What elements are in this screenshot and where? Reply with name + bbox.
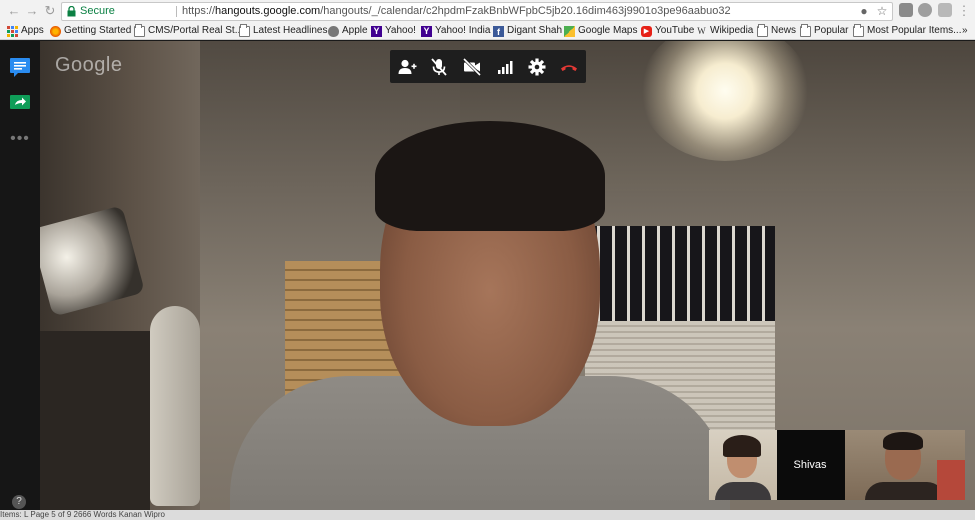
bookmark-digant-shah[interactable]: f Digant Shah <box>493 24 562 38</box>
bookmark-label: News <box>771 25 797 36</box>
secure-label: Secure <box>80 5 115 17</box>
url-scheme: https:// <box>182 5 216 17</box>
folder-icon <box>800 23 811 37</box>
call-toolbar <box>390 50 586 83</box>
bandwidth-icon[interactable] <box>494 56 516 78</box>
speaker-cabinet <box>40 331 150 520</box>
reload-icon[interactable]: ↻ <box>42 3 58 19</box>
folder-icon <box>853 23 864 37</box>
google-watermark: Google <box>55 54 123 76</box>
bookmark-google-maps[interactable]: Google Maps <box>564 24 637 38</box>
bookmark-yahoo[interactable]: Y Yahoo! <box>371 24 416 38</box>
url-path: /hangouts/_/calendar/c2hpdmFzakBnbWFpbC5… <box>320 5 731 17</box>
participant-hair <box>375 121 605 231</box>
url-host: hangouts.google.com <box>215 5 321 17</box>
bookmark-wikipedia[interactable]: W Wikipedia <box>696 24 753 38</box>
participant-shirt <box>715 482 771 500</box>
folder-icon <box>239 23 250 37</box>
bookmark-label: Yahoo! India <box>435 25 491 36</box>
url-text: https://hangouts.google.com/hangouts/_/c… <box>182 3 731 20</box>
guitar <box>150 306 200 506</box>
navigation-bar: ← → ↻ Secure https://hangouts.google.com… <box>0 0 975 22</box>
bookmark-news[interactable]: News <box>757 23 797 38</box>
apps-grid-icon <box>7 25 18 37</box>
bookmark-label: Google Maps <box>578 25 638 36</box>
bookmark-label: Popular <box>814 25 849 36</box>
mute-mic-icon[interactable] <box>428 56 450 78</box>
bookmark-most-popular[interactable]: Most Popular Items... <box>853 23 962 38</box>
participant-hair <box>883 432 923 450</box>
facebook-icon: f <box>493 25 504 37</box>
bookmark-yahoo-india[interactable]: Y Yahoo! India <box>421 24 490 38</box>
yahoo-icon: Y <box>421 25 432 37</box>
settings-icon[interactable] <box>526 56 548 78</box>
firefox-icon <box>50 25 61 37</box>
bookmark-youtube[interactable]: ▶ YouTube <box>641 24 694 38</box>
address-bar[interactable]: Secure https://hangouts.google.com/hango… <box>61 2 893 21</box>
wikipedia-icon: W <box>697 25 706 36</box>
bookmark-label: Most Popular Items... <box>867 25 962 36</box>
bookmark-label: Yahoo! <box>385 25 416 36</box>
lock-icon <box>67 6 76 17</box>
bookmark-latest-headlines[interactable]: Latest Headlines <box>239 23 328 38</box>
menu-icon[interactable]: ⋮ <box>956 3 972 19</box>
help-icon[interactable]: ? <box>12 495 26 509</box>
window-blinds <box>585 226 775 321</box>
side-rail: ••• ? <box>0 41 40 520</box>
background-cushion <box>937 460 965 500</box>
bookmark-label: Apple <box>342 25 368 36</box>
participant-hair <box>723 435 761 457</box>
participant-thumbnail[interactable] <box>845 430 965 500</box>
more-apps-icon[interactable]: ••• <box>8 127 32 151</box>
bookmarks-overflow-button[interactable]: » <box>962 24 968 38</box>
hangout-stage: Google ••• ? Shivas <box>0 41 975 520</box>
yahoo-icon: Y <box>371 25 382 37</box>
background-window-status-bar: Items: L Page 5 of 9 2666 Words Kanan Wi… <box>0 510 975 520</box>
hang-up-icon[interactable] <box>558 56 580 78</box>
bookmark-label: CMS/Portal Real St... <box>148 25 244 36</box>
folder-icon <box>134 23 145 37</box>
apple-icon <box>328 25 339 37</box>
bookmarks-bar: Apps Getting Started CMS/Portal Real St.… <box>0 22 975 40</box>
bookmark-label: Getting Started <box>64 25 132 36</box>
maps-icon <box>564 25 575 37</box>
add-person-icon[interactable] <box>396 56 418 78</box>
bookmark-label: Apps <box>21 25 44 36</box>
extension-icon[interactable] <box>899 3 913 17</box>
participant-filmstrip: Shivas <box>709 430 965 500</box>
chat-icon[interactable] <box>8 55 32 79</box>
bookmark-popular[interactable]: Popular <box>800 23 849 38</box>
back-icon[interactable]: ← <box>6 3 22 19</box>
bookmark-cms-portal[interactable]: CMS/Portal Real St... <box>134 23 244 38</box>
participant-shirt <box>865 482 945 500</box>
camera-permission-icon[interactable]: ● <box>857 4 871 18</box>
bookmark-label: Wikipedia <box>710 25 754 36</box>
star-icon[interactable]: ☆ <box>875 4 889 18</box>
bookmark-apps[interactable]: Apps <box>7 24 44 38</box>
bookmark-apple[interactable]: Apple <box>328 24 368 38</box>
youtube-icon: ▶ <box>641 25 652 37</box>
forward-icon[interactable]: → <box>24 3 40 19</box>
screenshare-icon[interactable] <box>8 91 32 115</box>
participant-thumbnail[interactable] <box>709 430 777 500</box>
participant-name: Shivas <box>793 459 827 471</box>
extension-icon[interactable] <box>918 3 932 17</box>
browser-chrome: ← → ↻ Secure https://hangouts.google.com… <box>0 0 975 40</box>
video-off-icon[interactable] <box>461 56 483 78</box>
extension-icon[interactable] <box>938 3 952 17</box>
bookmark-getting-started[interactable]: Getting Started <box>50 24 131 38</box>
bookmark-label: Digant Shah <box>507 25 563 36</box>
folder-icon <box>757 23 768 37</box>
address-separator <box>176 6 177 17</box>
bookmark-label: Latest Headlines <box>253 25 328 36</box>
bookmark-label: YouTube <box>655 25 695 36</box>
